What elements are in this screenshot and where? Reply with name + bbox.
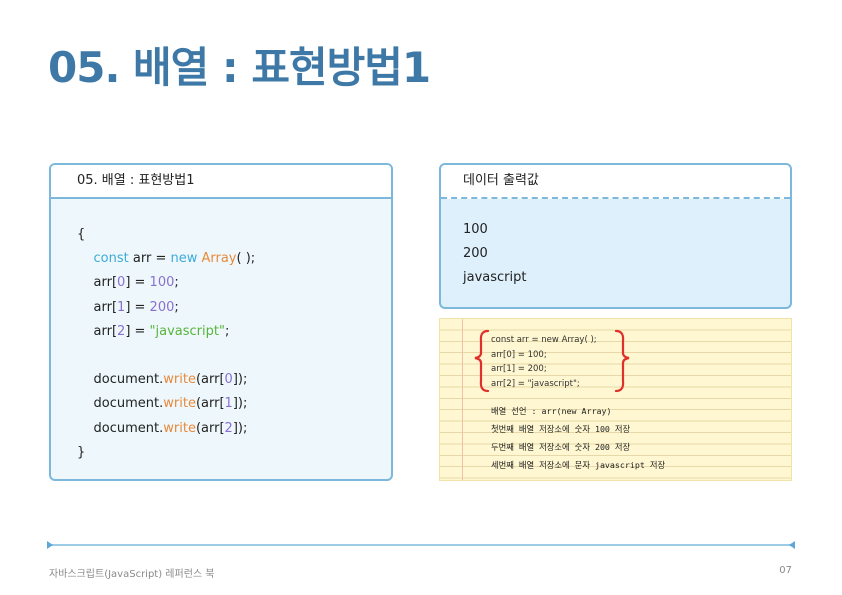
notepad-hand-line: 두번째 배열 저장소에 숫자 200 저장 bbox=[491, 442, 631, 452]
notepad-hand-line: 세번째 배열 저장소에 문자 javascript 저장 bbox=[491, 460, 666, 470]
code-write-2: document.write(arr[1]); bbox=[93, 396, 248, 412]
output-panel: 데이터 출력값 100 200 javascript bbox=[439, 163, 792, 309]
output-value: 100 bbox=[463, 222, 488, 237]
footer-divider bbox=[49, 544, 793, 546]
footer-book-title: 자바스크립트(JavaScript) 레퍼런스 북 bbox=[49, 569, 215, 580]
output-values: 100 200 javascript bbox=[441, 199, 790, 290]
code-write-1: document.write(arr[0]); bbox=[93, 372, 248, 388]
code-close-brace: } bbox=[77, 444, 86, 460]
page-number: 07 bbox=[779, 565, 792, 576]
page-title: 05. 배열 : 표현방법1 bbox=[48, 43, 431, 92]
code-panel-header: 05. 배열 : 표현방법1 bbox=[51, 165, 391, 199]
code-write-3: document.write(arr[2]); bbox=[93, 420, 248, 436]
divider-left-arrow-icon bbox=[47, 541, 53, 549]
notepad-hand-line: 첫번째 배열 저장소에 숫자 100 저장 bbox=[491, 424, 631, 434]
notepad-handwritten: 배열 선언 : arr(new Array) 첫번째 배열 저장소에 숫자 10… bbox=[491, 402, 665, 474]
output-value: 200 bbox=[463, 246, 488, 261]
code-panel: 05. 배열 : 표현방법1 { const arr = new Array( … bbox=[49, 163, 393, 481]
code-line-1: const arr = new Array( ); bbox=[93, 251, 256, 267]
code-open-brace: { bbox=[77, 227, 86, 242]
code-line-3: arr[1] = 200; bbox=[93, 299, 179, 315]
output-value: javascript bbox=[463, 270, 527, 285]
output-panel-header: 데이터 출력값 bbox=[441, 165, 790, 199]
code-line-2: arr[0] = 100; bbox=[93, 275, 179, 291]
notepad-hand-line: 배열 선언 : arr(new Array) bbox=[491, 406, 612, 416]
code-line-4: arr[2] = "javascript"; bbox=[93, 323, 230, 339]
code-block: { const arr = new Array( ); arr[0] = 100… bbox=[51, 199, 391, 465]
divider-right-arrow-icon bbox=[789, 541, 795, 549]
notepad-annotation: const arr = new Array( ); arr[0] = 100; ar… bbox=[439, 318, 792, 481]
